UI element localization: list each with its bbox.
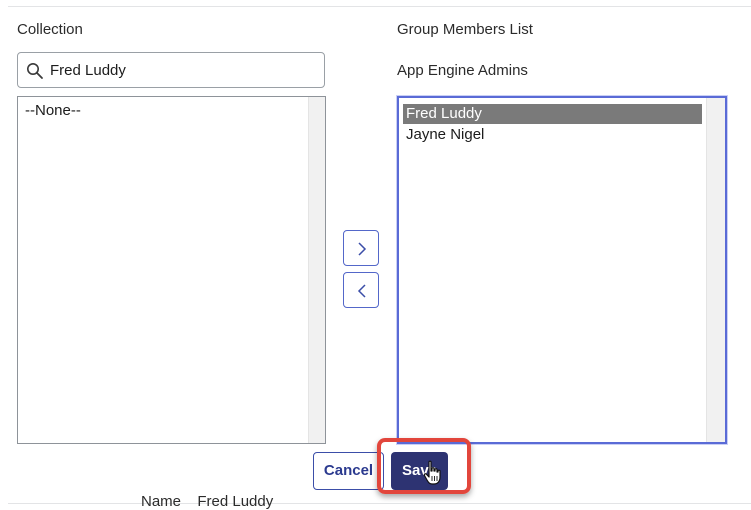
collection-list[interactable]: --None-- bbox=[17, 96, 326, 444]
group-members-label: Group Members List bbox=[397, 21, 533, 38]
collection-search-input[interactable] bbox=[50, 59, 310, 81]
collection-label: Collection bbox=[17, 21, 83, 38]
name-field-row: Name Fred Luddy bbox=[141, 493, 273, 510]
member-option-jayne-nigel[interactable]: Jayne Nigel bbox=[403, 125, 484, 145]
add-to-members-button[interactable] bbox=[343, 230, 379, 266]
group-members-scrollbar[interactable] bbox=[706, 98, 725, 442]
name-value: Fred Luddy bbox=[197, 493, 274, 510]
hand-pointer-icon bbox=[423, 460, 441, 485]
cancel-button[interactable]: Cancel bbox=[313, 452, 384, 490]
member-option-fred-luddy[interactable]: Fred Luddy bbox=[403, 104, 702, 124]
collection-option-none[interactable]: --None-- bbox=[22, 101, 81, 121]
group-name-label: App Engine Admins bbox=[397, 62, 528, 79]
remove-from-members-button[interactable] bbox=[343, 272, 379, 308]
search-icon bbox=[27, 63, 43, 79]
name-label: Name bbox=[141, 493, 182, 510]
chevron-right-icon bbox=[358, 242, 367, 256]
chevron-left-icon bbox=[357, 284, 366, 298]
collection-list-scrollbar[interactable] bbox=[308, 97, 325, 443]
collection-search-field[interactable] bbox=[17, 52, 325, 88]
group-members-list[interactable]: Fred Luddy Jayne Nigel bbox=[397, 96, 727, 444]
